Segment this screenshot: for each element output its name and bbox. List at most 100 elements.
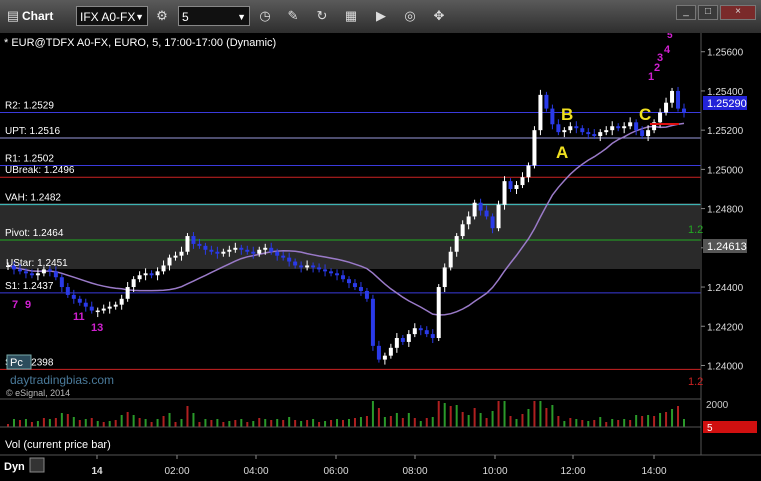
price-tick-label: 1.24800 <box>707 205 744 216</box>
link-icon[interactable]: ◎ <box>401 8 419 26</box>
volume-bar <box>204 419 207 427</box>
level-label: R2: 1.2529 <box>5 101 54 112</box>
candle-up <box>305 265 310 268</box>
candle-down <box>149 273 154 276</box>
candle-up <box>598 132 603 137</box>
volume-bar <box>347 419 350 427</box>
candle-up <box>604 130 609 133</box>
chevron-down-icon[interactable]: ▼ <box>135 7 144 27</box>
candle-down <box>508 181 513 189</box>
candle-down <box>370 298 375 346</box>
candle-up <box>520 177 525 186</box>
candle-up <box>263 247 268 250</box>
volume-bar <box>102 422 105 427</box>
chevron-down-icon[interactable]: ▼ <box>237 7 246 27</box>
volume-bar <box>653 416 656 427</box>
play-icon[interactable]: ▶ <box>372 8 390 26</box>
candle-down <box>634 122 639 131</box>
candle-down <box>59 277 64 288</box>
level-label: S1: 1.2437 <box>5 281 54 292</box>
volume-bar <box>258 418 261 427</box>
candle-down <box>293 261 298 266</box>
volume-bar <box>401 418 404 427</box>
time-tick-label: 02:00 <box>164 466 189 477</box>
td-count-5: 5 <box>667 33 673 41</box>
volume-bar <box>629 420 632 427</box>
volume-bar <box>138 418 141 427</box>
volume-bar <box>557 416 560 427</box>
candle-up <box>448 251 453 268</box>
candle-down <box>580 128 585 133</box>
volume-bar <box>78 420 81 427</box>
volume-bar <box>210 420 213 427</box>
interval-field[interactable]: 5 ▼ <box>178 6 250 26</box>
window-title: Chart <box>22 9 54 23</box>
td-count-4: 4 <box>664 44 671 56</box>
price-tick-label: 1.25000 <box>707 165 744 176</box>
volume-bar <box>36 421 39 427</box>
volume-bar <box>150 422 153 427</box>
time-tick-label: 06:00 <box>323 466 348 477</box>
candle-down <box>490 216 495 229</box>
volume-bar <box>162 416 165 427</box>
level-label: Pivot: 1.2464 <box>5 228 64 239</box>
candle-up <box>454 236 459 252</box>
close-button[interactable]: × <box>720 5 756 20</box>
candle-down <box>430 334 435 339</box>
volume-bar <box>359 417 362 427</box>
volume-bar <box>431 417 434 427</box>
volume-bar <box>371 401 374 427</box>
volume-bar <box>96 421 99 427</box>
candle-up <box>664 102 669 113</box>
clock-icon[interactable]: ◷ <box>256 8 274 26</box>
dyn-toggle-icon[interactable] <box>29 457 45 473</box>
volume-bar <box>353 418 356 427</box>
candle-down <box>29 273 34 276</box>
minimize-button[interactable]: _ <box>676 5 696 20</box>
candle-down <box>245 249 250 252</box>
candle-down <box>317 267 322 270</box>
tools-icon[interactable]: ✥ <box>430 8 448 26</box>
symbol-settings-gear-icon[interactable]: ⚙ <box>153 8 171 26</box>
pencil-icon[interactable]: ✎ <box>284 8 302 26</box>
volume-bar <box>108 421 111 427</box>
candle-up <box>143 273 148 276</box>
candle-down <box>269 247 274 252</box>
volume-bar <box>168 413 171 427</box>
volume-bar <box>276 419 279 427</box>
candle-down <box>17 269 22 272</box>
candle-down <box>209 249 214 252</box>
volume-bar <box>407 413 410 427</box>
volume-bar <box>413 418 416 427</box>
candle-down <box>53 271 58 278</box>
candle-down <box>83 302 88 307</box>
price-tick-label: 1.25200 <box>707 126 744 137</box>
candle-up <box>233 247 238 250</box>
candle-up <box>646 130 651 137</box>
candle-down <box>89 306 94 311</box>
volume-bar <box>365 416 368 427</box>
candle-down <box>203 245 208 250</box>
chart-title: * EUR@TDFX A0-FX, EURO, 5, 17:00-17:00 (… <box>4 37 276 49</box>
chart-plot[interactable]: R2: 1.2529 UPT: 1.2516 R1: 1.2502UBreak: 1… <box>0 33 761 481</box>
symbol-field[interactable]: IFX A0-FX ▼ <box>76 6 148 26</box>
volume-bar <box>180 419 183 427</box>
refresh-icon[interactable]: ↻ <box>313 8 331 26</box>
volume-bar <box>30 422 33 427</box>
candle-up <box>131 279 136 288</box>
volume-bar <box>216 419 219 427</box>
candle-down <box>323 269 328 272</box>
chart-app-icon: ▤ <box>6 8 20 23</box>
price-tick-label: 1.24200 <box>707 322 744 333</box>
volume-bar <box>617 420 620 427</box>
volume-bar <box>126 412 129 427</box>
study-icon[interactable]: ▦ <box>342 8 360 26</box>
annotation-c: C <box>639 105 651 124</box>
maximize-button[interactable]: □ <box>698 5 718 20</box>
volume-bar <box>288 417 291 427</box>
candle-up <box>179 251 184 256</box>
volume-bar <box>683 419 685 427</box>
volume-bar <box>318 422 321 427</box>
candle-up <box>514 185 519 189</box>
last-price-label: 1.25290 <box>707 98 747 110</box>
